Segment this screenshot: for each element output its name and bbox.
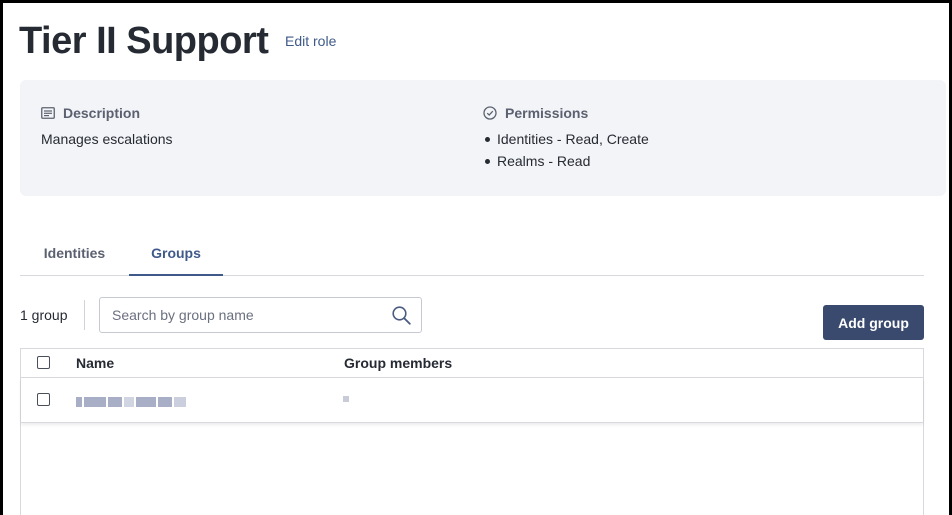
tab-groups[interactable]: Groups [129,232,223,276]
redacted-group-name[interactable] [76,396,189,408]
permission-item: Realms - Read [483,153,649,175]
search-box [99,297,422,333]
description-heading: Description [63,105,141,121]
toolbar-divider [84,300,85,330]
redacted-group-members [343,396,349,402]
permissions-list: Identities - Read, Create Realms - Read [483,131,649,175]
search-icon[interactable] [392,306,411,330]
column-header-group-members[interactable]: Group members [344,355,452,371]
permissions-heading: Permissions [505,105,589,121]
edit-role-link[interactable]: Edit role [285,33,336,49]
groups-table: Name Group members [20,348,924,515]
add-group-button[interactable]: Add group [823,305,924,340]
table-header: Name Group members [21,349,923,378]
description-section: Description Manages escalations [41,105,173,147]
page-title: Tier II Support [19,20,269,62]
check-circle-icon [483,106,497,120]
document-icon [41,107,55,119]
description-text: Manages escalations [41,131,173,147]
row-checkbox[interactable] [37,393,50,406]
permission-item: Identities - Read, Create [483,131,649,153]
role-info-panel: Description Manages escalations Permissi… [20,80,946,196]
tab-bar: Identities Groups [20,232,924,276]
table-row[interactable] [21,378,923,423]
search-input[interactable] [100,298,380,332]
select-all-checkbox[interactable] [37,356,50,369]
group-count: 1 group [20,307,68,323]
column-header-name[interactable]: Name [76,355,114,371]
tab-identities[interactable]: Identities [20,232,129,276]
permissions-section: Permissions Identities - Read, Create Re… [483,105,649,175]
